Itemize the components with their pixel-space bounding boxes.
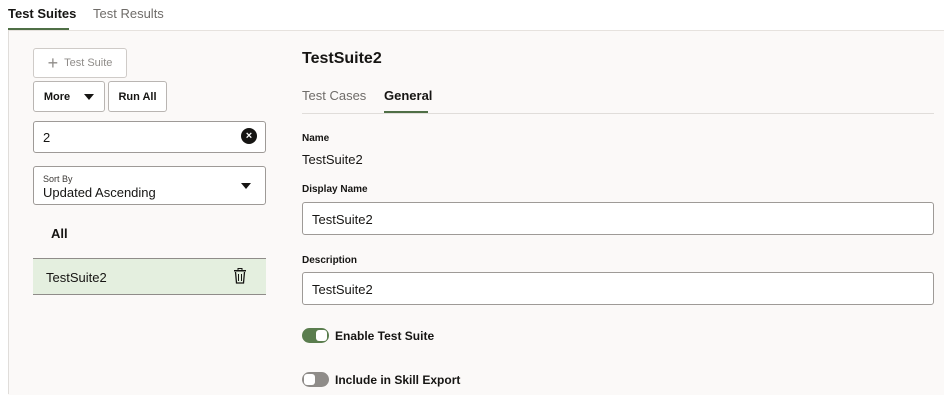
trash-icon[interactable]	[233, 268, 247, 284]
name-label: Name	[302, 133, 330, 144]
list-item[interactable]: TestSuite2	[33, 259, 266, 294]
description-value: TestSuite2	[312, 282, 373, 297]
run-all-button[interactable]: Run All	[108, 81, 167, 112]
search-input[interactable]: 2 ×	[33, 121, 266, 153]
tab-test-results[interactable]: Test Results	[93, 6, 164, 21]
enable-test-suite-toggle[interactable]	[302, 328, 329, 343]
description-label: Description	[302, 255, 358, 266]
name-value: TestSuite2	[302, 152, 363, 167]
tab-test-cases[interactable]: Test Cases	[302, 88, 366, 103]
run-all-label: Run All	[118, 90, 157, 103]
subtab-divider	[302, 113, 934, 114]
include-in-skill-export-label: Include in Skill Export	[335, 373, 461, 387]
sort-select[interactable]: Sort By Updated Ascending	[33, 166, 266, 205]
toggle-knob	[304, 374, 315, 385]
content-border	[8, 30, 9, 394]
display-name-field[interactable]: TestSuite2	[302, 202, 934, 235]
suite-title: TestSuite2	[302, 50, 382, 67]
tab-general[interactable]: General	[384, 88, 432, 103]
more-button[interactable]: More	[33, 81, 105, 112]
sort-by-label: Sort By	[43, 174, 73, 184]
filter-all[interactable]: All	[51, 226, 68, 241]
description-field[interactable]: TestSuite2	[302, 272, 934, 305]
display-name-label: Display Name	[302, 184, 368, 195]
enable-test-suite-label: Enable Test Suite	[335, 329, 435, 343]
display-name-value: TestSuite2	[312, 212, 373, 227]
add-test-suite-label: Test Suite	[64, 57, 113, 69]
suite-name: TestSuite2	[46, 270, 107, 285]
plus-icon: +	[47, 53, 59, 73]
toggle-knob	[316, 330, 327, 341]
more-button-label: More	[43, 90, 71, 103]
include-in-skill-export-toggle[interactable]	[302, 372, 329, 387]
sort-by-value: Updated Ascending	[43, 185, 156, 200]
clear-icon[interactable]: ×	[241, 128, 257, 144]
list-divider	[33, 294, 266, 295]
add-test-suite-button[interactable]: + Test Suite	[33, 48, 127, 78]
search-value: 2	[43, 130, 51, 145]
tab-test-suites[interactable]: Test Suites	[8, 6, 76, 21]
chevron-down-icon	[84, 93, 95, 100]
chevron-down-icon	[241, 183, 251, 189]
